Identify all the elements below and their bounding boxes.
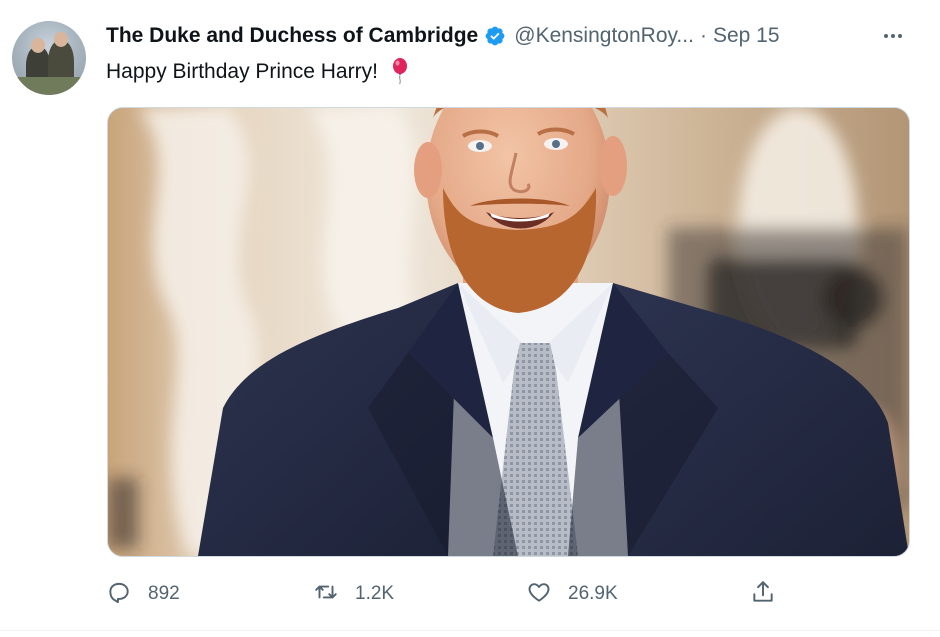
reply-count: 892 xyxy=(148,583,180,604)
more-dots-icon[interactable] xyxy=(878,22,908,50)
retweet-button[interactable]: 1.2K xyxy=(313,576,394,612)
tweet-photo[interactable] xyxy=(107,107,910,557)
tweet-time[interactable]: Sep 15 xyxy=(713,24,780,48)
retweet-icon xyxy=(313,579,339,610)
avatar-head-left xyxy=(31,38,45,53)
share-icon xyxy=(750,579,776,610)
author-handle[interactable]: @KensingtonRoy... xyxy=(514,24,694,48)
balloon-icon xyxy=(390,57,410,87)
separator-dot: · xyxy=(699,24,707,47)
avatar[interactable] xyxy=(12,21,86,95)
tweet-text-row: Happy Birthday Prince Harry! xyxy=(106,57,410,87)
avatar-head-right xyxy=(54,32,68,47)
reply-button[interactable]: 892 xyxy=(106,576,180,612)
author-name[interactable]: The Duke and Duchess of Cambridge xyxy=(106,24,478,48)
tweet[interactable]: The Duke and Duchess of Cambridge @Kensi… xyxy=(0,0,940,637)
tweet-text: Happy Birthday Prince Harry! xyxy=(106,60,378,83)
verified-badge-icon xyxy=(484,25,506,47)
divider xyxy=(0,630,940,631)
share-button[interactable] xyxy=(750,576,776,612)
reply-icon xyxy=(106,579,132,610)
avatar-ground xyxy=(12,77,86,95)
retweet-count: 1.2K xyxy=(355,583,395,604)
photo-portrait-illustration xyxy=(108,108,909,556)
tweet-actions: 892 1.2K 26.9K xyxy=(106,576,806,612)
heart-icon xyxy=(526,579,552,610)
tweet-header: The Duke and Duchess of Cambridge @Kensi… xyxy=(106,22,780,50)
like-button[interactable]: 26.9K xyxy=(526,576,618,612)
like-count: 26.9K xyxy=(568,583,618,604)
